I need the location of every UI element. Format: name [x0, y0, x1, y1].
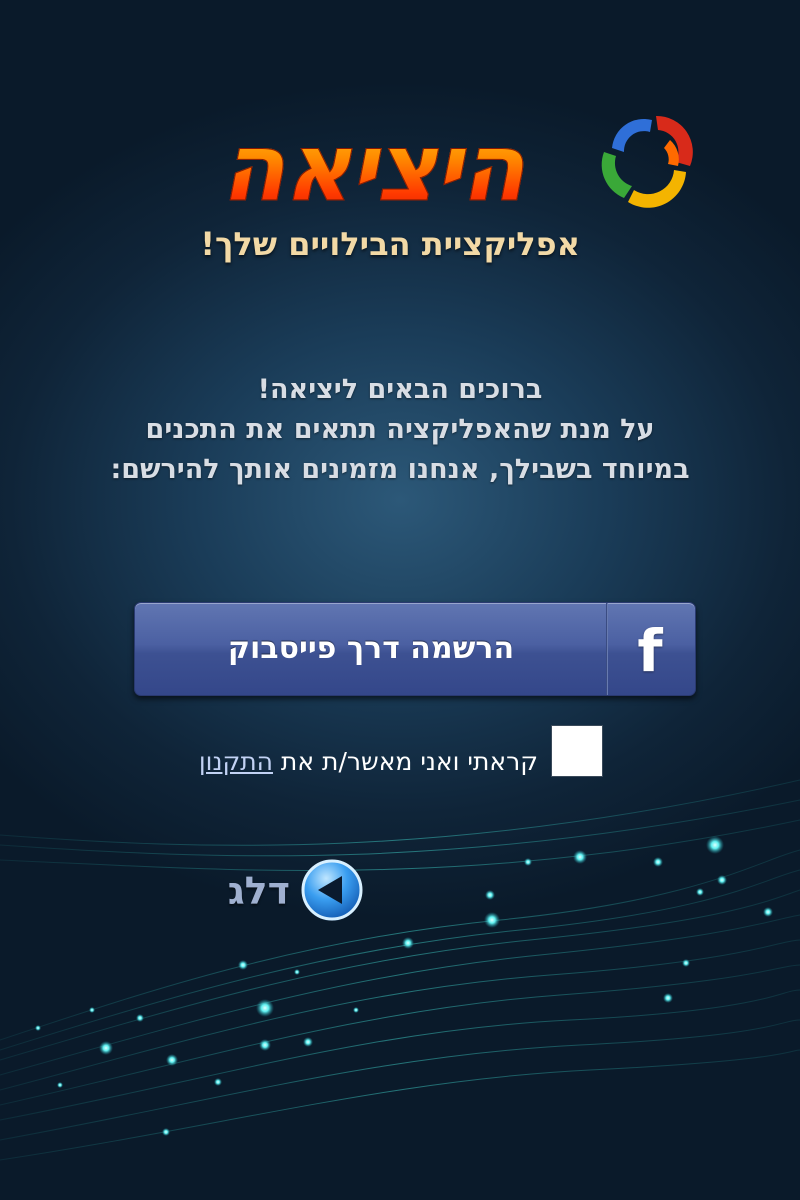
facebook-register-button[interactable]: הרשמה דרך פייסבוק f — [134, 602, 696, 696]
welcome-title: ברוכים הבאים ליציאה! — [257, 374, 543, 405]
skip-label: דלג — [227, 869, 290, 913]
terms-label: קראתי ואני מאשר/ת את התקנון — [150, 742, 538, 782]
facebook-button-label: הרשמה דרך פייסבוק — [227, 631, 515, 666]
terms-link[interactable]: התקנון — [199, 747, 273, 776]
arrow-left-circle-icon — [301, 859, 363, 921]
wave-decoration — [0, 779, 800, 1161]
logo-title: היציאה — [160, 114, 584, 224]
button-divider — [606, 603, 608, 695]
tagline: אפליקציית הבילויים שלך! — [200, 225, 580, 263]
facebook-icon: f — [637, 617, 663, 685]
terms-checkbox[interactable] — [551, 725, 603, 777]
welcome-text-line: במיוחד בשבילך, אנחנו מזמינים אותך להירשם… — [110, 454, 690, 485]
logo-emblem-icon — [601, 115, 693, 208]
welcome-message: ברוכים הבאים ליציאה! על מנת שהאפליקציה ת… — [100, 370, 700, 490]
terms-text: קראתי ואני מאשר/ת את — [272, 747, 538, 776]
skip-button[interactable]: דלג — [198, 858, 368, 924]
welcome-text-line: על מנת שהאפליקציה תתאים את התכנים — [145, 414, 655, 445]
